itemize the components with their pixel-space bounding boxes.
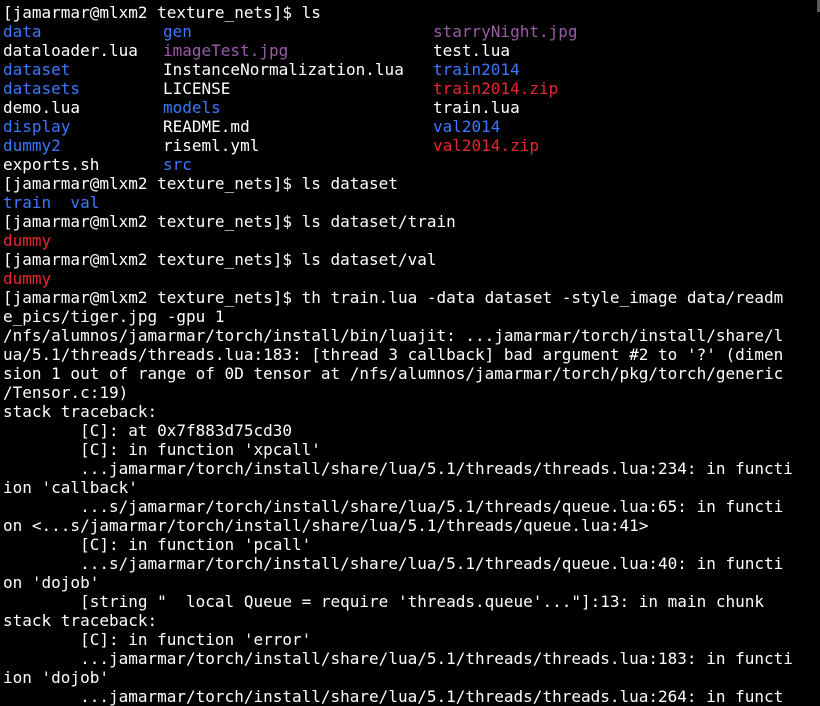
terminal-line: sion 1 out of range of 0D tensor at /nfs…	[3, 364, 815, 383]
terminal-text: sion 1 out of range of 0D tensor at /nfs…	[3, 364, 784, 383]
ls-entry: starryNight.jpg	[433, 22, 578, 41]
ls-entry: riseml.yml	[163, 136, 260, 155]
terminal-line: on <...s/jamarmar/torch/install/share/lu…	[3, 516, 815, 535]
terminal-line: ...jamarmar/torch/install/share/lua/5.1/…	[3, 459, 815, 478]
terminal-text: [C]: in function 'error'	[3, 630, 312, 649]
ls-entry: dummy2	[3, 136, 61, 155]
terminal-line: [jamarmar@mlxm2 texture_nets]$ ls datase…	[3, 250, 815, 269]
terminal-line: [C]: in function 'pcall'	[3, 535, 815, 554]
terminal-text: e_pics/tiger.jpg -gpu 1	[3, 307, 225, 326]
terminal-text: on <...s/jamarmar/torch/install/share/lu…	[3, 516, 649, 535]
terminal-text: [jamarmar@mlxm2 texture_nets]$ ls datase…	[3, 212, 456, 231]
terminal-text: ...jamarmar/torch/install/share/lua/5.1/…	[3, 649, 793, 668]
terminal-line: stack traceback:	[3, 611, 815, 630]
terminal-line: ua/5.1/threads/threads.lua:183: [thread …	[3, 345, 815, 364]
terminal-text: /Tensor.c:19)	[3, 383, 129, 402]
terminal-line: ...jamarmar/torch/install/share/lua/5.1/…	[3, 687, 815, 706]
terminal-line: dataset InstanceNormalization.lua train201…	[3, 60, 815, 79]
ls-entry: val2014	[433, 117, 501, 136]
terminal-line: train val	[3, 193, 815, 212]
terminal-line: dummy2 riseml.yml val2014.zip	[3, 136, 815, 155]
ls-entry: val2014.zip	[433, 136, 539, 155]
terminal-line: /nfs/alumnos/jamarmar/torch/install/bin/…	[3, 326, 815, 345]
ls-entry: LICENSE	[163, 79, 231, 98]
terminal-line: dummy	[3, 231, 815, 250]
terminal-line: data gen starryNight.jpg	[3, 22, 815, 41]
terminal-text: /nfs/alumnos/jamarmar/torch/install/bin/…	[3, 326, 784, 345]
ls-entry: dataset	[3, 60, 71, 79]
ls-entry: dataloader.lua	[3, 41, 138, 60]
terminal-line: ...jamarmar/torch/install/share/lua/5.1/…	[3, 649, 815, 668]
ls-entry: train2014.zip	[433, 79, 559, 98]
terminal-text: train val	[3, 193, 100, 212]
terminal-text: [jamarmar@mlxm2 texture_nets]$ th train.…	[3, 288, 784, 307]
terminal-line: on 'dojob'	[3, 573, 815, 592]
terminal-text: ...s/jamarmar/torch/install/share/lua/5.…	[3, 554, 784, 573]
ls-entry: test.lua	[433, 41, 511, 60]
terminal-line: datasets LICENSE train2014.zip	[3, 79, 815, 98]
terminal-line: display README.md val2014	[3, 117, 815, 136]
terminal-text: dummy	[3, 231, 52, 250]
terminal-window[interactable]: [jamarmar@mlxm2 texture_nets]$ ls data gen…	[0, 0, 820, 706]
terminal-line: ion 'dojob'	[3, 668, 815, 687]
ls-entry: display	[3, 117, 71, 136]
terminal-line: demo.lua models train.lua	[3, 98, 815, 117]
terminal-text: ...jamarmar/torch/install/share/lua/5.1/…	[3, 687, 784, 706]
terminal-line: ...s/jamarmar/torch/install/share/lua/5.…	[3, 554, 815, 573]
ls-entry: models	[163, 98, 221, 117]
terminal-text: [jamarmar@mlxm2 texture_nets]$ ls datase…	[3, 250, 437, 269]
terminal-text: ion 'callback'	[3, 478, 138, 497]
terminal-line: [jamarmar@mlxm2 texture_nets]$ ls	[3, 3, 815, 22]
terminal-text: ...jamarmar/torch/install/share/lua/5.1/…	[3, 459, 793, 478]
ls-entry: README.md	[163, 117, 250, 136]
terminal-line: [jamarmar@mlxm2 texture_nets]$ ls datase…	[3, 212, 815, 231]
ls-entry: demo.lua	[3, 98, 81, 117]
terminal-line: stack traceback:	[3, 402, 815, 421]
terminal-text: ua/5.1/threads/threads.lua:183: [thread …	[3, 345, 784, 364]
ls-entry: exports.sh	[3, 155, 100, 174]
terminal-line: [C]: at 0x7f883d75cd30	[3, 421, 815, 440]
terminal-line: ion 'callback'	[3, 478, 815, 497]
terminal-text: ...s/jamarmar/torch/install/share/lua/5.…	[3, 497, 784, 516]
terminal-line: e_pics/tiger.jpg -gpu 1	[3, 307, 815, 326]
terminal-line: dataloader.lua imageTest.jpg test.lua	[3, 41, 815, 60]
terminal-line: [C]: in function 'error'	[3, 630, 815, 649]
terminal-text: stack traceback:	[3, 611, 158, 630]
ls-entry: train.lua	[433, 98, 520, 117]
ls-entry: imageTest.jpg	[163, 41, 289, 60]
ls-entry: gen	[163, 22, 192, 41]
terminal-text: [C]: at 0x7f883d75cd30	[3, 421, 292, 440]
terminal-text: [C]: in function 'pcall'	[3, 535, 312, 554]
ls-entry: InstanceNormalization.lua	[163, 60, 404, 79]
terminal-text: [jamarmar@mlxm2 texture_nets]$ ls	[3, 3, 321, 22]
terminal-line: [jamarmar@mlxm2 texture_nets]$ ls datase…	[3, 174, 815, 193]
terminal-line: [C]: in function 'xpcall'	[3, 440, 815, 459]
terminal-line: ...s/jamarmar/torch/install/share/lua/5.…	[3, 497, 815, 516]
terminal-line: dummy	[3, 269, 815, 288]
ls-entry: datasets	[3, 79, 81, 98]
terminal-text: on 'dojob'	[3, 573, 100, 592]
ls-entry: train2014	[433, 60, 520, 79]
terminal-text: stack traceback:	[3, 402, 158, 421]
terminal-text: ion 'dojob'	[3, 668, 109, 687]
terminal-line: /Tensor.c:19)	[3, 383, 815, 402]
terminal-text: [C]: in function 'xpcall'	[3, 440, 321, 459]
terminal-text: [string " local Queue = require 'threads…	[3, 592, 764, 611]
ls-entry: data	[3, 22, 42, 41]
ls-entry: src	[163, 155, 192, 174]
terminal-text: dummy	[3, 269, 52, 288]
terminal-line: [jamarmar@mlxm2 texture_nets]$ th train.…	[3, 288, 815, 307]
terminal-line: exports.sh src	[3, 155, 815, 174]
terminal-text: [jamarmar@mlxm2 texture_nets]$ ls datase…	[3, 174, 398, 193]
terminal-line: [string " local Queue = require 'threads…	[3, 592, 815, 611]
